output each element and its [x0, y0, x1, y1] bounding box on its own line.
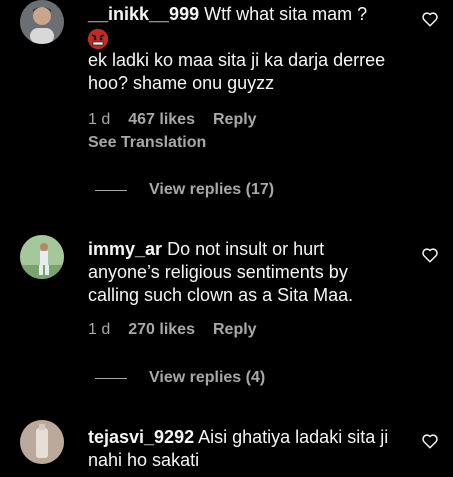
- heart-icon[interactable]: [421, 246, 439, 264]
- comment-text-block: tejasvi_9292 Aisi ghatiya ladaki sita ji…: [88, 426, 398, 472]
- view-replies-button[interactable]: View replies (17): [95, 181, 274, 199]
- avatar-image: [20, 0, 64, 44]
- likes-count[interactable]: 270 likes: [128, 321, 195, 339]
- see-translation-button[interactable]: See Translation: [88, 134, 206, 152]
- reply-button[interactable]: Reply: [213, 111, 257, 129]
- enraged-face-emoji-icon: [88, 29, 108, 50]
- avatar[interactable]: [20, 420, 64, 464]
- view-replies-button[interactable]: View replies (4): [95, 369, 265, 387]
- timestamp: 1 d: [88, 321, 111, 338]
- username[interactable]: tejasvi_9292: [88, 427, 194, 447]
- username[interactable]: immy_ar: [88, 239, 162, 259]
- comment-meta: 1 d 467 likes Reply: [88, 111, 257, 129]
- comment-text-block: immy_ar Do not insult or hurt anyone’s r…: [88, 238, 398, 307]
- heart-icon[interactable]: [421, 10, 439, 28]
- divider-line: [95, 377, 127, 379]
- avatar-image: [20, 235, 64, 279]
- view-replies-label: View replies (17): [149, 181, 275, 198]
- comment-text-block: __inikk__999 Wtf what sita mam ? ek ladk…: [88, 3, 398, 95]
- comment-text: Wtf what sita mam ?: [204, 4, 368, 24]
- view-replies-label: View replies (4): [149, 369, 266, 386]
- username[interactable]: __inikk__999: [88, 4, 199, 24]
- reply-button[interactable]: Reply: [213, 321, 257, 339]
- likes-count[interactable]: 467 likes: [128, 111, 195, 129]
- divider-line: [95, 189, 127, 191]
- avatar[interactable]: [20, 235, 64, 279]
- comment-meta: 1 d 270 likes Reply: [88, 321, 257, 339]
- timestamp: 1 d: [88, 111, 111, 128]
- avatar[interactable]: [20, 0, 64, 44]
- avatar-image: [20, 420, 64, 464]
- heart-icon[interactable]: [421, 432, 439, 450]
- comment-text-continued: ek ladki ko maa sita ji ka darja derree …: [88, 50, 386, 94]
